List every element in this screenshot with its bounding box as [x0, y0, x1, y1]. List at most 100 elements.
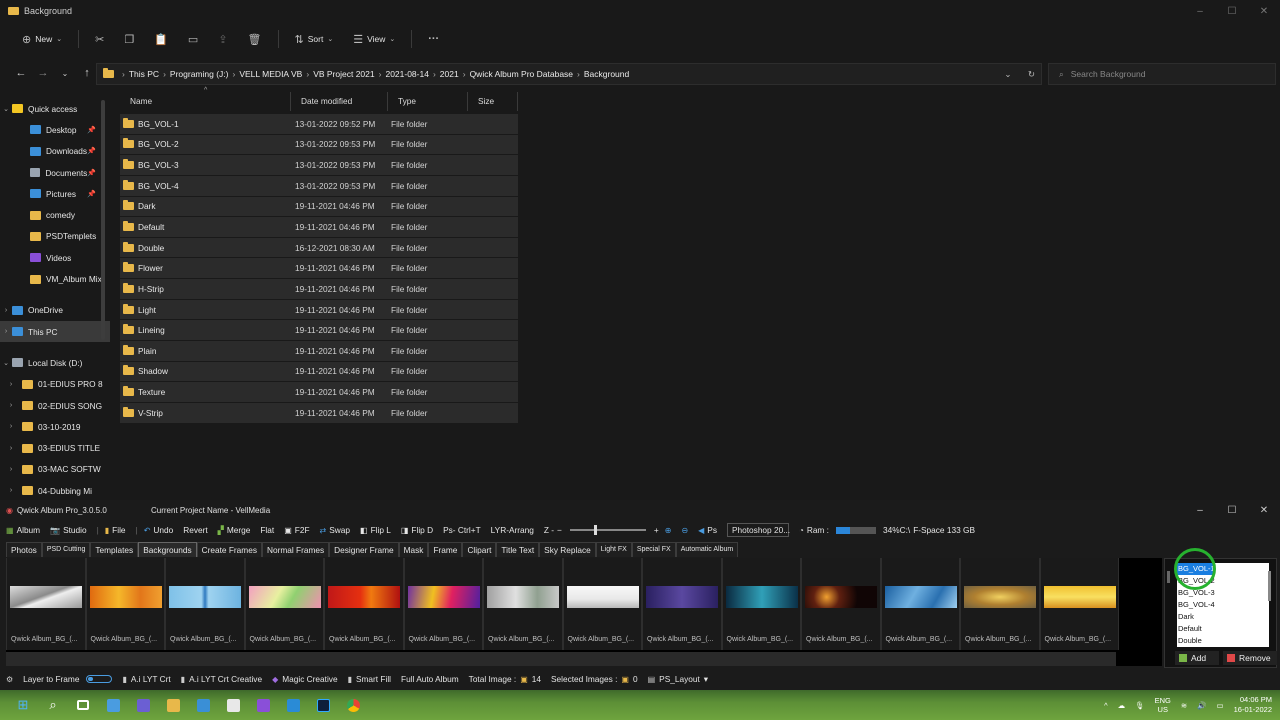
chevron-right-icon[interactable]: › [0, 381, 22, 388]
file-row[interactable]: H-Strip 19-11-2021 04:46 PM File folder [120, 279, 518, 299]
file-row[interactable]: V-Strip 19-11-2021 04:46 PM File folder [120, 402, 518, 423]
breadcrumb-item[interactable]: 2021-08-14 [385, 69, 428, 79]
layer-to-frame-toggle[interactable]: Layer to Frame [23, 674, 113, 684]
nav-item[interactable]: › 03-10-2019 [0, 416, 110, 437]
nav-item[interactable]: Pictures 📌 [0, 183, 110, 204]
nav-item[interactable]: comedy [0, 204, 110, 225]
nav-item[interactable]: ⌄ Quick access [0, 98, 110, 119]
chevron-down-icon[interactable]: ⌄ [1004, 69, 1011, 79]
task-view-button[interactable] [68, 690, 98, 720]
app-button[interactable] [218, 690, 248, 720]
chevron-right-icon[interactable]: › [577, 69, 580, 79]
tab-normal-frames[interactable]: Normal Frames [261, 542, 330, 557]
copy-button[interactable]: ❐ [116, 29, 142, 50]
photoshop-version-select[interactable]: Photoshop 20... [726, 523, 790, 537]
remove-button[interactable]: Remove [1223, 651, 1277, 665]
column-type[interactable]: Type [388, 92, 468, 111]
tab-automatic-album[interactable]: Automatic Album [675, 542, 739, 557]
background-thumbnail[interactable]: Qwick Album_BG_(... [85, 558, 165, 650]
sort-button[interactable]: ⇅ Sort ⌄ [287, 29, 342, 50]
tab-sky-replace[interactable]: Sky Replace [539, 542, 596, 557]
background-thumbnail[interactable]: Qwick Album_BG_(... [880, 558, 960, 650]
file-row[interactable]: Default 19-11-2021 04:46 PM File folder [120, 217, 518, 237]
studio-button[interactable]: 📷 Studio [50, 525, 87, 535]
ai-lyt-button[interactable]: ▮ A.i LYT Crt [122, 674, 170, 684]
ps-ctrl-t-button[interactable]: Ps- Ctrl+T [443, 525, 481, 535]
file-row[interactable]: Shadow 19-11-2021 04:46 PM File folder [120, 361, 518, 382]
chevron-down-icon[interactable]: ⌄ [0, 105, 12, 113]
file-row[interactable]: Plain 19-11-2021 04:46 PM File folder [120, 341, 518, 361]
paste-button[interactable]: 📋 [146, 29, 176, 50]
folder-list-item[interactable]: BG_VOL-4 [1177, 599, 1269, 611]
background-thumbnail[interactable]: Qwick Album_BG_(... [801, 558, 881, 650]
tab-clipart[interactable]: Clipart [462, 542, 497, 557]
file-row[interactable]: BG_VOL-4 13-01-2022 09:53 PM File folder [120, 175, 518, 196]
lyr-arrange-button[interactable]: LYR-Arrang [491, 525, 534, 535]
chat-button[interactable] [128, 690, 158, 720]
close-button[interactable]: ✕ [1248, 0, 1280, 22]
merge-button[interactable]: ▞ Merge [218, 525, 251, 535]
view-button[interactable]: ☰ View ⌄ [345, 29, 403, 50]
tab-light-fx[interactable]: Light FX [595, 542, 632, 557]
address-bar[interactable]: › This PC › Programing (J:) › VELL MEDIA VB ›… [96, 63, 1042, 85]
battery-icon[interactable]: ▭ [1217, 701, 1224, 710]
nav-item[interactable]: › 01-EDIUS PRO 8 [0, 374, 110, 395]
background-thumbnail[interactable]: Qwick Album_BG_(... [1039, 558, 1119, 650]
file-row[interactable]: Double 16-12-2021 08:30 AM File folder [120, 237, 518, 258]
file-row[interactable]: Dark 19-11-2021 04:46 PM File folder [120, 196, 518, 217]
breadcrumb-item[interactable]: This PC [129, 69, 159, 79]
minimize-button[interactable]: – [1184, 500, 1216, 520]
toggle-switch[interactable] [86, 675, 113, 683]
f2f-button[interactable]: ▣ F2F [284, 525, 309, 535]
volume-icon[interactable]: 🔊 [1197, 701, 1206, 710]
nav-item[interactable]: VM_Album Mix [0, 268, 110, 289]
store-button[interactable] [188, 690, 218, 720]
explorer-taskbar-button[interactable] [158, 690, 188, 720]
chevron-right-icon[interactable]: › [0, 466, 22, 473]
breadcrumb-item[interactable]: Qwick Album Pro Database [470, 69, 573, 79]
minimize-button[interactable]: – [1184, 0, 1216, 22]
nav-item[interactable]: Videos [0, 247, 110, 268]
close-button[interactable]: ✕ [1248, 500, 1280, 520]
nav-item[interactable]: PSDTemplets [0, 226, 110, 247]
delete-button[interactable]: 🗑 [240, 29, 270, 50]
background-thumbnail[interactable]: Qwick Album_BG_(... [244, 558, 324, 650]
share-button[interactable]: ⇪ [210, 29, 235, 50]
nav-item[interactable]: › 04-Dubbing Mi [0, 480, 110, 501]
full-auto-album-button[interactable]: Full Auto Album [401, 674, 459, 684]
chevron-right-icon[interactable]: › [0, 423, 22, 430]
folder-list-item[interactable]: Dark [1177, 611, 1269, 623]
photoshop-button[interactable] [308, 690, 338, 720]
background-thumbnail[interactable]: Qwick Album_BG_(... [721, 558, 801, 650]
flip-l-button[interactable]: ◧ Flip L [360, 525, 391, 535]
list-scrollbar-right[interactable] [1268, 571, 1271, 601]
zoom-plus-icon[interactable]: + [654, 525, 659, 535]
tab-psd-cutting[interactable]: PSD Cutting [41, 542, 91, 557]
file-row[interactable]: Light 19-11-2021 04:46 PM File folder [120, 299, 518, 320]
settings-button[interactable]: ⚙ [6, 675, 13, 684]
folder-list-item[interactable]: Default [1177, 623, 1269, 635]
search-input[interactable]: ⌕ Search Background [1048, 63, 1276, 85]
chevron-right-icon[interactable]: › [0, 487, 22, 494]
more-options-button[interactable]: ··· [420, 29, 447, 49]
tab-mask[interactable]: Mask [398, 542, 429, 557]
file-row[interactable]: BG_VOL-2 13-01-2022 09:53 PM File folder [120, 134, 518, 155]
background-thumbnail[interactable]: Qwick Album_BG_(... [324, 558, 404, 650]
breadcrumb-item[interactable]: Background [584, 69, 629, 79]
maximize-button[interactable]: ☐ [1216, 500, 1248, 520]
file-row[interactable]: Flower 19-11-2021 04:46 PM File folder [120, 258, 518, 279]
tab-backgrounds[interactable]: Backgrounds [138, 542, 197, 557]
album-button[interactable]: ▦ Album [6, 525, 40, 535]
tab-special-fx[interactable]: Special FX [631, 542, 676, 557]
wifi-icon[interactable]: ≋ [1181, 701, 1187, 710]
tab-create-frames[interactable]: Create Frames [196, 542, 262, 557]
ps-layout-dropdown[interactable]: ▤ PS_Layout ▾ [648, 674, 708, 684]
language-indicator[interactable]: ENG US [1155, 696, 1171, 714]
zoom-in-button[interactable]: ⊕ [665, 526, 672, 535]
chevron-right-icon[interactable]: › [163, 69, 166, 79]
chevron-right-icon[interactable]: › [0, 328, 12, 335]
chevron-right-icon[interactable]: › [433, 69, 436, 79]
zoom-minus-icon[interactable]: − [557, 525, 562, 535]
undo-button[interactable]: ↶ Undo [144, 525, 174, 535]
zoom-slider[interactable] [569, 525, 646, 535]
